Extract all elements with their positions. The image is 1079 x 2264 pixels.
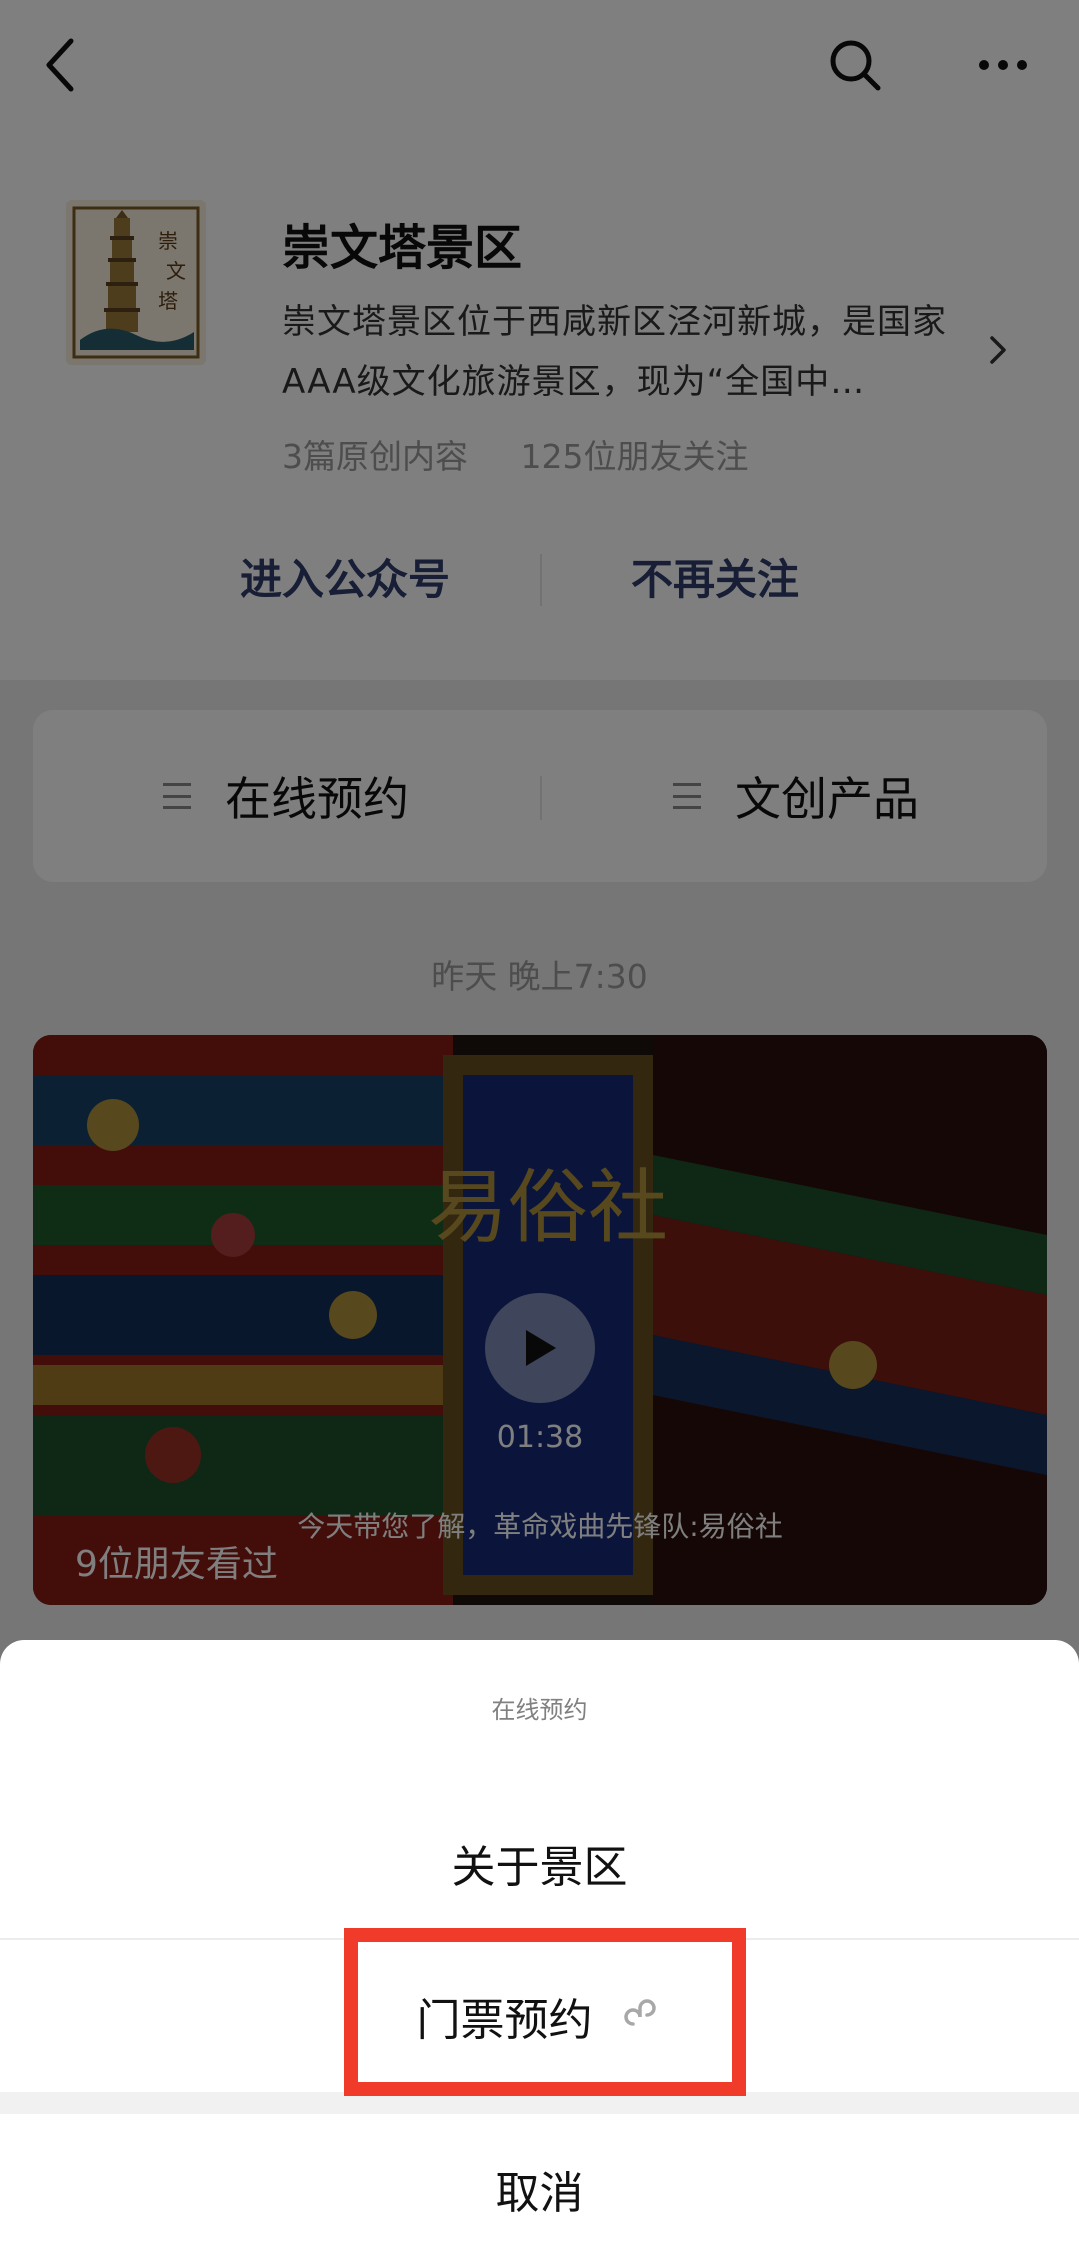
option-label: 关于景区 bbox=[451, 1842, 628, 1893]
about-scenic-area-option[interactable]: 关于景区 bbox=[0, 1788, 1079, 1940]
cancel-label: 取消 bbox=[495, 2168, 584, 2219]
cancel-button[interactable]: 取消 bbox=[0, 2114, 1079, 2264]
action-sheet-title: 在线预约 bbox=[491, 1696, 588, 1724]
highlight-box bbox=[344, 1928, 746, 2096]
